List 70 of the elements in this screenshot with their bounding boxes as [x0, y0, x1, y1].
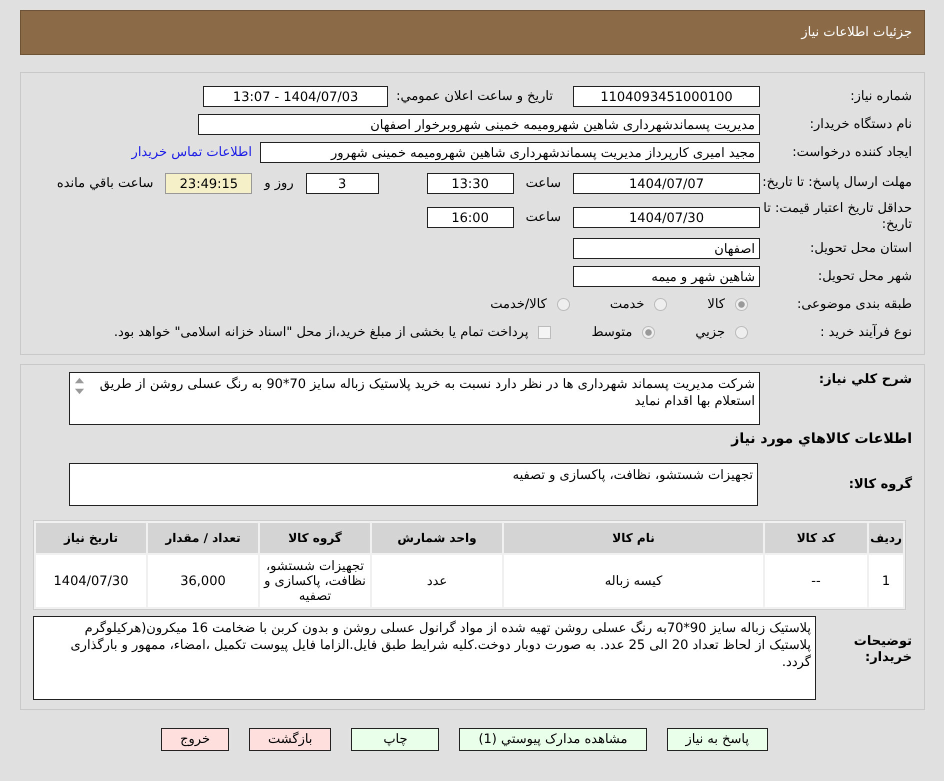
field-label: ایجاد کننده درخواست: — [791, 144, 912, 160]
table-cell: 1 — [869, 555, 903, 607]
column-header: نام کالا — [504, 523, 763, 553]
notes-text: پلاستیک زباله سایز 90*70به رنگ عسلی روشن تهیه شده از مواد گرانول عسلی روشن و بدون کربن با ضخامت 16 میکرون(هرکیلوگرم پلاستیک از لحاظ تعداد 20 الی 25 عدد. به صورت دوبار دوخت.کلیه شرایط طبق فایل.الزاما فایل پیوست تکمیل ،امضاء، ممهور و بارگذاری گردد. — [70, 620, 811, 671]
radio-button[interactable] — [654, 298, 668, 311]
field-label: ساعت — [526, 210, 561, 224]
scroll-arrows-icon[interactable] — [74, 376, 85, 396]
field-label: نوع فرآیند خرید : — [819, 324, 912, 340]
summary-textarea[interactable]: شرکت مدیریت پسماند شهرداری ها در نظر دارد نسبت به خرید پلاستیک زباله سایز 70*90 به رنگ عسلی روشن از طریق استعلام بها اقدام نماید — [69, 372, 760, 425]
date-field[interactable]: 1404/07/30 — [573, 206, 760, 228]
field-label: گروه کالا: — [848, 475, 912, 493]
field-label: ساعت باقي مانده — [56, 176, 154, 190]
field-label: توضیحات خریدار: — [852, 633, 912, 666]
need-number-field[interactable]: 1104093451000100 — [573, 86, 760, 107]
field-label: ساعت — [526, 176, 561, 190]
page-title: جزئیات اطلاعات نیاز — [801, 25, 912, 40]
radio-label: خدمت — [610, 297, 644, 312]
announce-date-field[interactable]: 1404/07/03 - 13:07 — [203, 86, 388, 107]
field-label: شماره نیاز: — [849, 88, 912, 104]
checkbox-label: پرداخت تمام یا بخشی از مبلغ خرید،از محل "اسناد خزانه اسلامی" خواهد بود. — [114, 325, 528, 340]
creator-field[interactable]: مجید امیری کارپرداز مدیریت پسماندشهرداری شاهین شهرومیمه خمینی شهرور — [260, 142, 760, 163]
group-textarea[interactable]: تجهیزات شستشو، نظافت، پاکسازی و تصفیه — [69, 463, 758, 506]
radio-label: کالا/خدمت — [490, 297, 547, 312]
column-header: گروه کالا — [260, 523, 370, 553]
column-header: کد کالا — [765, 523, 867, 553]
radio-label: متوسط — [591, 325, 632, 340]
field-label: تاريخ و ساعت اعلان عمومي: — [396, 89, 553, 104]
radio-button[interactable] — [735, 326, 748, 339]
table-cell: 1404/07/30 — [36, 555, 146, 607]
radio-label: کالا — [707, 297, 725, 312]
action-button[interactable]: بازگشت — [249, 728, 332, 751]
action-button[interactable]: خروج — [161, 728, 230, 751]
field-label: نام دستگاه خریدار: — [808, 116, 912, 132]
time-field[interactable]: 16:00 — [426, 206, 514, 228]
buyer-field[interactable]: مدیریت پسماندشهرداری شاهین شهرومیمه خمینی شهروبرخوار اصفهان — [198, 114, 760, 135]
action-button[interactable]: مشاهده مدارک پیوستي (1) — [459, 728, 646, 751]
column-header: رديف — [869, 523, 903, 553]
radio-button[interactable] — [642, 326, 656, 339]
radio-label: جزيي — [695, 325, 725, 340]
date-field[interactable]: 1404/07/07 — [573, 172, 760, 194]
group-text: تجهیزات شستشو، نظافت، پاکسازی و تصفیه — [512, 467, 753, 484]
section-heading: اطلاعات کالاهاي مورد نياز — [730, 431, 912, 447]
field-label: شرح کلي نياز: — [818, 372, 912, 388]
city-field[interactable]: شاهین شهر و میمه — [573, 266, 760, 287]
table-cell: 36,000 — [148, 555, 258, 607]
table-cell: کیسه زباله — [504, 555, 763, 607]
table-cell: -- — [765, 555, 867, 607]
field-label: روز و — [264, 176, 294, 190]
remaining-time-field: 23:49:15 — [165, 172, 252, 194]
action-button[interactable]: پاسخ به نیاز — [666, 728, 768, 751]
field-label: شهر محل تحویل: — [816, 268, 912, 284]
field-label: استان محل تحویل: — [809, 240, 912, 256]
table-cell: عدد — [372, 555, 502, 607]
notes-textarea[interactable] — [33, 616, 816, 700]
field-label: طبقه بندی موضوعی: — [796, 296, 912, 312]
column-header: تاريخ نياز — [36, 523, 146, 553]
checkbox[interactable] — [538, 326, 552, 339]
radio-button[interactable] — [735, 298, 748, 311]
table-cell: تجهیزات شستشو، نظافت، پاکسازی و تصفیه — [260, 555, 370, 607]
summary-text: شرکت مدیریت پسماند شهرداری ها در نظر دارد نسبت به خرید پلاستیک زباله سایز 70*90 به رنگ عسلی روشن از طریق استعلام بها اقدام نماید — [98, 376, 755, 410]
column-header: واحد شمارش — [372, 523, 502, 553]
field-label: مهلت ارسال پاسخ: تا تاریخ: — [761, 175, 912, 191]
column-header: تعداد / مقدار — [148, 523, 258, 553]
days-field[interactable]: 3 — [306, 172, 379, 194]
province-field[interactable]: اصفهان — [573, 238, 760, 259]
time-field[interactable]: 13:30 — [426, 172, 514, 194]
radio-button[interactable] — [556, 298, 570, 311]
field-label: حداقل تاریخ اعتبار قیمت: تا تاریخ: — [762, 201, 912, 233]
action-button[interactable]: چاپ — [351, 728, 440, 751]
contact-link[interactable]: اطلاعات تماس خریدار — [132, 145, 252, 160]
